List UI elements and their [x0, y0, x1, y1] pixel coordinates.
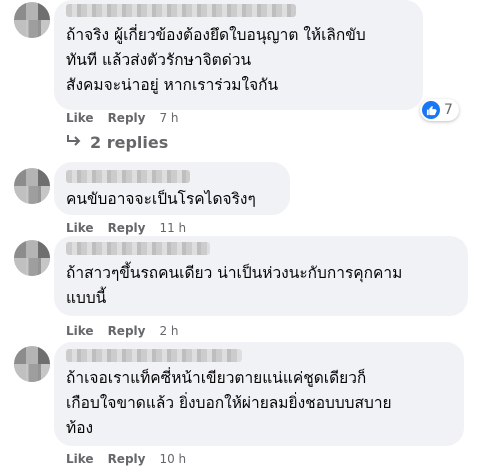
timestamp[interactable]: 10 h — [159, 452, 186, 466]
comment-text: ถ้าสาวๆขึ้นรถคนเดียว น่าเป็นห่วงนะกับการ… — [66, 264, 403, 307]
comment-text: ถ้าจริง ผู้เกี่ยวข้องต้องยึดใบอนุญาต ให้… — [66, 26, 366, 94]
avatar[interactable] — [14, 346, 50, 382]
reply-arrow-icon — [66, 133, 82, 152]
reply-button[interactable]: Reply — [108, 452, 146, 466]
comment-bubble: ถ้าเจอเราแท็คซี่หน้าเขียวตายแน่แค่ชูดเดี… — [54, 342, 464, 446]
comment-actions: Like Reply 2 h — [66, 324, 179, 338]
like-button[interactable]: Like — [66, 452, 94, 466]
comment-bubble: ถ้าจริง ผู้เกี่ยวข้องต้องยึดใบอนุญาต ให้… — [54, 0, 423, 110]
like-button[interactable]: Like — [66, 111, 94, 125]
commenter-name[interactable] — [66, 349, 242, 362]
avatar[interactable] — [14, 2, 50, 38]
reply-button[interactable]: Reply — [108, 324, 146, 338]
comment-actions: Like Reply 11 h — [66, 221, 186, 235]
reply-button[interactable]: Reply — [108, 221, 146, 235]
comment-text: ถ้าเจอเราแท็คซี่หน้าเขียวตายแน่แค่ชูดเดี… — [66, 369, 392, 437]
timestamp[interactable]: 7 h — [159, 111, 178, 125]
comment-text: คนขับอาจจะเป็นโรคไดจริงๆ — [66, 190, 256, 208]
commenter-name[interactable] — [66, 242, 210, 255]
timestamp[interactable]: 11 h — [159, 221, 186, 235]
comment-bubble: คนขับอาจจะเป็นโรคไดจริงๆ — [54, 162, 290, 215]
like-button[interactable]: Like — [66, 324, 94, 338]
avatar[interactable] — [14, 168, 50, 204]
commenter-name[interactable] — [66, 4, 296, 17]
replies-label: 2 replies — [90, 133, 169, 152]
comment-actions: Like Reply 10 h — [66, 452, 186, 466]
commenter-name[interactable] — [66, 170, 190, 183]
avatar[interactable] — [14, 240, 50, 276]
reaction-count-value: 7 — [444, 102, 453, 118]
like-button[interactable]: Like — [66, 221, 94, 235]
timestamp[interactable]: 2 h — [159, 324, 178, 338]
like-icon — [422, 101, 440, 119]
comment-bubble: ถ้าสาวๆขึ้นรถคนเดียว น่าเป็นห่วงนะกับการ… — [54, 236, 468, 316]
reply-button[interactable]: Reply — [108, 111, 146, 125]
comment-actions: Like Reply 7 h — [66, 111, 179, 125]
view-replies-link[interactable]: 2 replies — [66, 133, 168, 152]
reaction-count[interactable]: 7 — [420, 99, 459, 121]
